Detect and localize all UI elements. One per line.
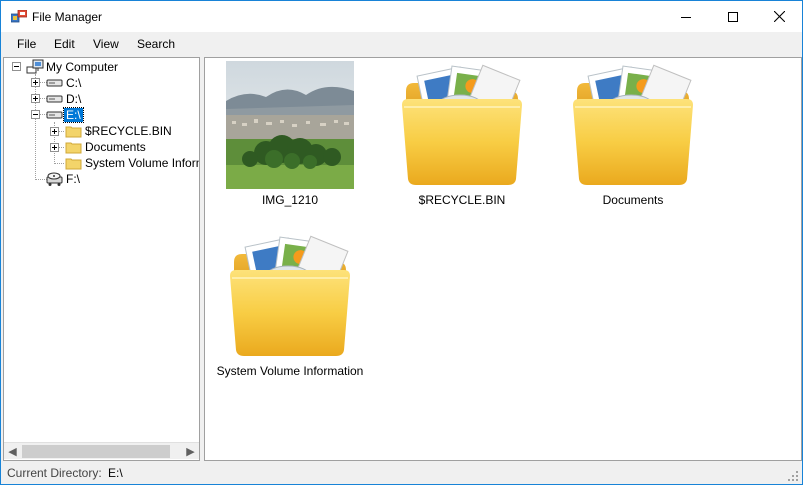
collapse-toggle[interactable] bbox=[12, 62, 21, 71]
expand-toggle[interactable] bbox=[31, 94, 40, 103]
folder-tree[interactable]: My Computer C:\ D:\ E:\ $RECYCLE.BIN Doc… bbox=[3, 57, 200, 461]
tree-line bbox=[35, 74, 36, 180]
file-item-img-1210[interactable]: IMG_1210 bbox=[215, 61, 365, 207]
tree-item-my-computer[interactable]: My Computer bbox=[26, 59, 120, 75]
image-thumbnail bbox=[226, 61, 354, 189]
tree-item-drive-c[interactable]: C:\ bbox=[46, 75, 83, 91]
landscape-photo-icon bbox=[226, 61, 354, 189]
folder-icon bbox=[65, 126, 82, 138]
folder-item-recycle-bin[interactable]: $RECYCLE.BIN bbox=[387, 61, 537, 207]
resize-grip-icon[interactable] bbox=[788, 471, 798, 481]
maximize-button[interactable] bbox=[710, 1, 756, 32]
tree-label: System Volume Informat bbox=[85, 156, 199, 170]
drive-icon bbox=[46, 79, 63, 87]
close-button[interactable] bbox=[756, 1, 802, 32]
tree-horizontal-scrollbar[interactable]: ◀ ▶ bbox=[4, 442, 199, 460]
status-bar: Current Directory: E:\ bbox=[1, 462, 802, 484]
file-manager-window: File Manager File Edit View Search My Co… bbox=[0, 0, 803, 485]
folder-thumbnail bbox=[226, 232, 354, 360]
tree-label: D:\ bbox=[66, 92, 82, 106]
folder-icon bbox=[398, 61, 526, 189]
folder-thumbnail bbox=[569, 61, 697, 189]
file-name: $RECYCLE.BIN bbox=[418, 193, 506, 207]
tree-item-drive-d[interactable]: D:\ bbox=[46, 91, 83, 107]
tree-item-documents[interactable]: Documents bbox=[65, 139, 148, 155]
menu-file[interactable]: File bbox=[17, 37, 36, 51]
menu-view[interactable]: View bbox=[93, 37, 119, 51]
scroll-left-icon[interactable]: ◀ bbox=[4, 443, 21, 460]
scroll-right-icon[interactable]: ▶ bbox=[182, 443, 199, 460]
expand-toggle[interactable] bbox=[31, 78, 40, 87]
tree-label: Documents bbox=[85, 140, 146, 154]
folder-icon bbox=[65, 142, 82, 154]
app-icon bbox=[11, 10, 27, 23]
tree-label: My Computer bbox=[46, 60, 119, 74]
computer-icon bbox=[26, 59, 44, 74]
minimize-icon bbox=[681, 16, 691, 18]
maximize-icon bbox=[728, 11, 738, 22]
window-title: File Manager bbox=[32, 10, 103, 24]
tree-item-system-volume[interactable]: System Volume Informat bbox=[65, 155, 199, 171]
file-name: Documents bbox=[602, 193, 664, 207]
drive-icon bbox=[46, 95, 63, 103]
tree-label: F:\ bbox=[66, 172, 80, 186]
tree-item-recycle-bin[interactable]: $RECYCLE.BIN bbox=[65, 123, 174, 139]
file-name: IMG_1210 bbox=[261, 193, 319, 207]
close-icon bbox=[773, 11, 785, 22]
folder-item-system-volume[interactable]: System Volume Information bbox=[215, 232, 365, 378]
title-bar[interactable]: File Manager bbox=[1, 1, 802, 32]
tree-label: $RECYCLE.BIN bbox=[85, 124, 172, 138]
status-label: Current Directory: bbox=[7, 466, 102, 480]
optical-drive-icon bbox=[46, 172, 63, 186]
collapse-toggle[interactable] bbox=[31, 110, 40, 119]
file-list-view[interactable]: IMG_1210 $RECYCLE.BIN Documents System V… bbox=[204, 57, 802, 461]
menu-edit[interactable]: Edit bbox=[54, 37, 75, 51]
current-directory-value: E:\ bbox=[108, 466, 123, 480]
folder-item-documents[interactable]: Documents bbox=[558, 61, 708, 207]
minimize-button[interactable] bbox=[663, 1, 709, 32]
folder-thumbnail bbox=[398, 61, 526, 189]
folder-icon bbox=[569, 61, 697, 189]
menu-bar: File Edit View Search bbox=[1, 32, 802, 55]
expand-toggle[interactable] bbox=[50, 127, 59, 136]
tree-item-drive-e[interactable]: E:\ bbox=[46, 107, 84, 123]
scrollbar-thumb[interactable] bbox=[22, 445, 170, 458]
file-name: System Volume Information bbox=[216, 364, 364, 378]
tree-label: E:\ bbox=[63, 107, 84, 123]
folder-icon bbox=[226, 232, 354, 360]
menu-search[interactable]: Search bbox=[137, 37, 175, 51]
drive-icon bbox=[46, 111, 63, 119]
tree-label: C:\ bbox=[66, 76, 82, 90]
folder-icon bbox=[65, 158, 82, 170]
tree-line bbox=[54, 163, 64, 164]
tree-item-drive-f[interactable]: F:\ bbox=[46, 171, 82, 187]
expand-toggle[interactable] bbox=[50, 143, 59, 152]
